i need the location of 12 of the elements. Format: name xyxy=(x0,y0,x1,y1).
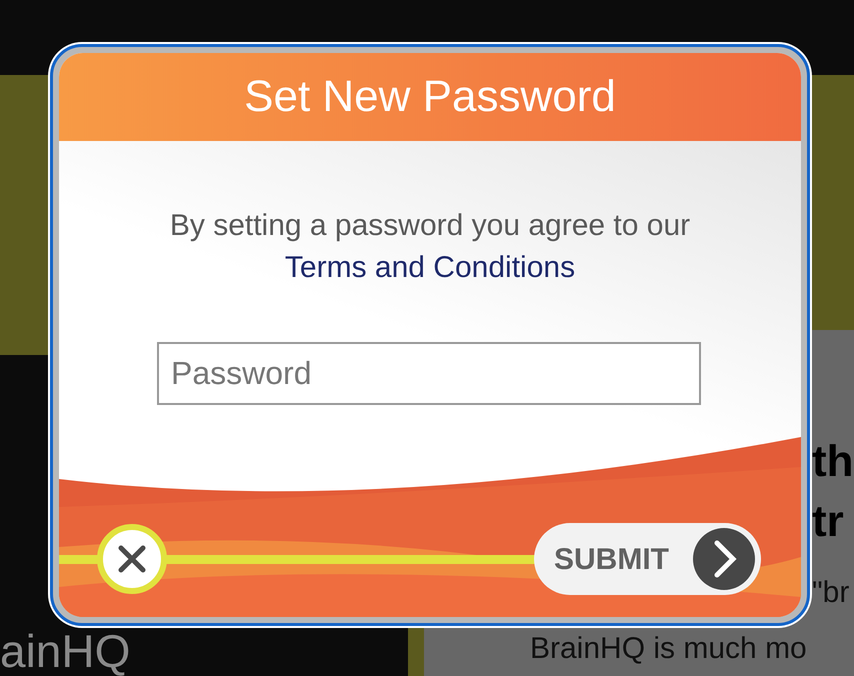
heading-text: th xyxy=(812,440,854,484)
body-text: "br xyxy=(812,578,850,608)
body-text: BrainHQ is much mo xyxy=(530,634,807,664)
terms-link[interactable]: Terms and Conditions xyxy=(284,251,576,284)
submit-button[interactable]: SUBMIT xyxy=(534,523,761,595)
logo-text: ainHQ xyxy=(0,628,130,674)
close-icon xyxy=(117,544,147,574)
password-field[interactable]: Password xyxy=(157,342,701,405)
dialog-title: Set New Password xyxy=(59,53,801,141)
chevron-right-icon xyxy=(693,528,755,590)
message-text: By setting a password you agree to our Terms and Conditions xyxy=(168,208,692,286)
heading-text: tr xyxy=(812,500,844,544)
